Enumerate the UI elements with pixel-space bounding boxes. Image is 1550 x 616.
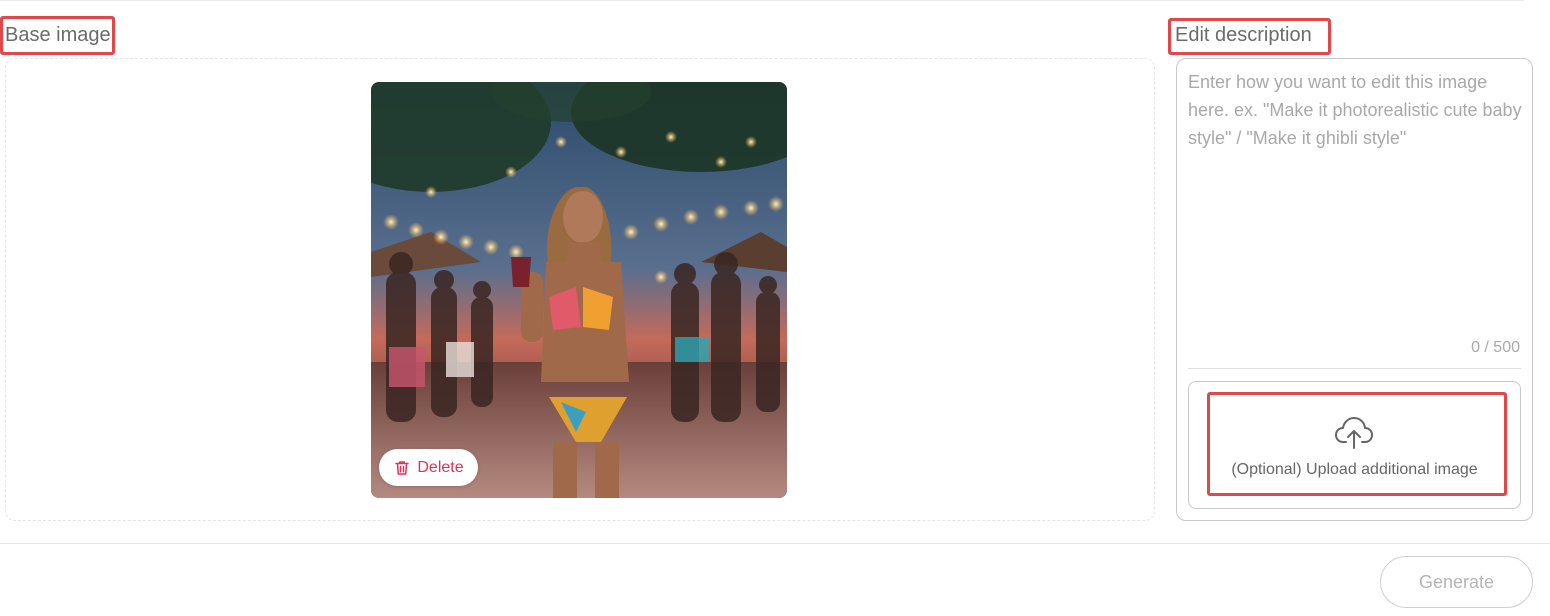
top-divider	[0, 0, 1524, 1]
cloud-upload-icon	[1335, 417, 1373, 449]
highlight-base-image-label	[0, 16, 115, 55]
beach-party-photo	[371, 82, 787, 498]
base-image-preview	[371, 82, 787, 498]
highlight-edit-description-label	[1168, 18, 1331, 55]
delete-button[interactable]: Delete	[379, 449, 478, 486]
bottom-divider	[0, 543, 1550, 544]
panel-divider	[1188, 368, 1521, 369]
upload-label: (Optional) Upload additional image	[1231, 461, 1478, 478]
generate-button[interactable]: Generate	[1380, 556, 1533, 608]
trash-icon	[395, 460, 410, 475]
edit-description-input[interactable]	[1188, 68, 1522, 348]
character-counter: 0 / 500	[1471, 339, 1520, 356]
delete-label: Delete	[417, 458, 464, 476]
